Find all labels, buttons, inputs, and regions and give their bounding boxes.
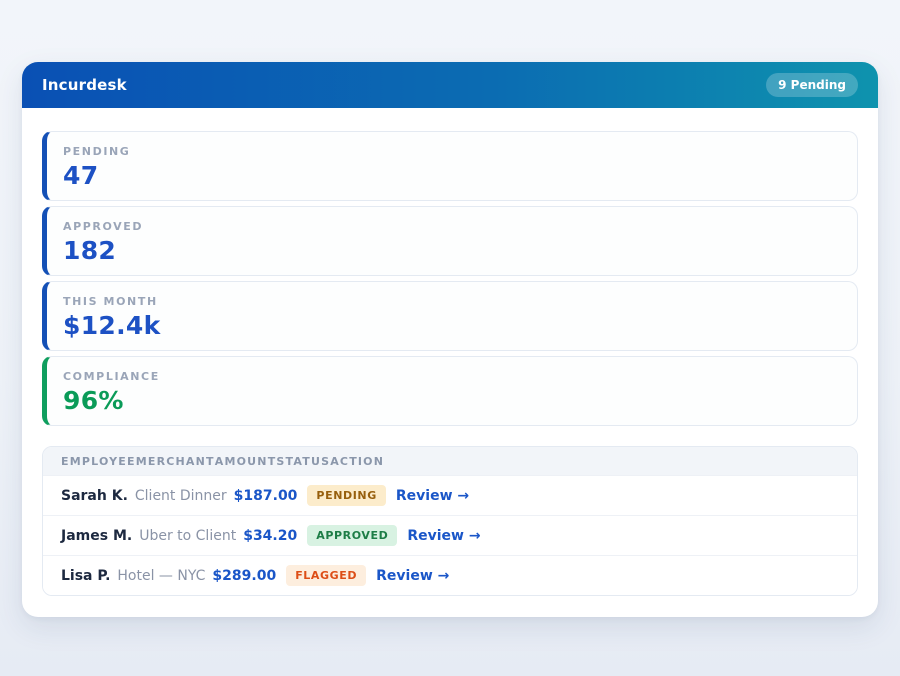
merchant-name: Client Dinner: [135, 488, 227, 504]
review-link[interactable]: Review →: [376, 568, 449, 584]
table-header-row: EMPLOYEEMERCHANTAMOUNTSTATUSACTION: [43, 447, 857, 475]
stat-card-approved: APPROVED 182: [42, 206, 858, 276]
app-header: Incurdesk 9 Pending: [22, 62, 878, 108]
stat-value: 47: [63, 161, 841, 190]
stat-label: APPROVED: [63, 220, 841, 233]
column-header-merchant: MERCHANT: [136, 455, 215, 468]
column-header-employee: EMPLOYEE: [61, 455, 136, 468]
app-title: Incurdesk: [42, 76, 127, 94]
expenses-table: EMPLOYEEMERCHANTAMOUNTSTATUSACTION Sarah…: [42, 446, 858, 596]
stat-value: $12.4k: [63, 311, 841, 340]
incurdesk-app-card: Incurdesk 9 Pending PENDING 47 APPROVED …: [22, 62, 878, 617]
review-link[interactable]: Review →: [407, 528, 480, 544]
employee-name: James M.: [61, 528, 132, 544]
stat-value: 96%: [63, 386, 841, 415]
status-badge: FLAGGED: [286, 565, 366, 586]
merchant-name: Uber to Client: [139, 528, 236, 544]
merchant-name: Hotel — NYC: [117, 568, 205, 584]
column-header-amount: AMOUNT: [215, 455, 277, 468]
amount-value: $289.00: [212, 568, 276, 584]
table-row: Sarah K. Client Dinner $187.00 PENDING R…: [43, 475, 857, 515]
column-header-status: STATUS: [276, 455, 330, 468]
table-row: James M. Uber to Client $34.20 APPROVED …: [43, 515, 857, 555]
stat-label: COMPLIANCE: [63, 370, 841, 383]
employee-name: Lisa P.: [61, 568, 110, 584]
status-badge: APPROVED: [307, 525, 397, 546]
review-link[interactable]: Review →: [396, 488, 469, 504]
amount-value: $187.00: [234, 488, 298, 504]
stat-label: THIS MONTH: [63, 295, 841, 308]
stat-card-compliance: COMPLIANCE 96%: [42, 356, 858, 426]
column-header-action: ACTION: [330, 455, 384, 468]
table-row: Lisa P. Hotel — NYC $289.00 FLAGGED Revi…: [43, 555, 857, 595]
pending-count-badge[interactable]: 9 Pending: [766, 73, 858, 97]
amount-value: $34.20: [243, 528, 297, 544]
app-body: PENDING 47 APPROVED 182 THIS MONTH $12.4…: [22, 108, 878, 617]
stat-card-this-month: THIS MONTH $12.4k: [42, 281, 858, 351]
status-badge: PENDING: [307, 485, 385, 506]
stat-label: PENDING: [63, 145, 841, 158]
stat-card-pending: PENDING 47: [42, 131, 858, 201]
stat-value: 182: [63, 236, 841, 265]
employee-name: Sarah K.: [61, 488, 128, 504]
